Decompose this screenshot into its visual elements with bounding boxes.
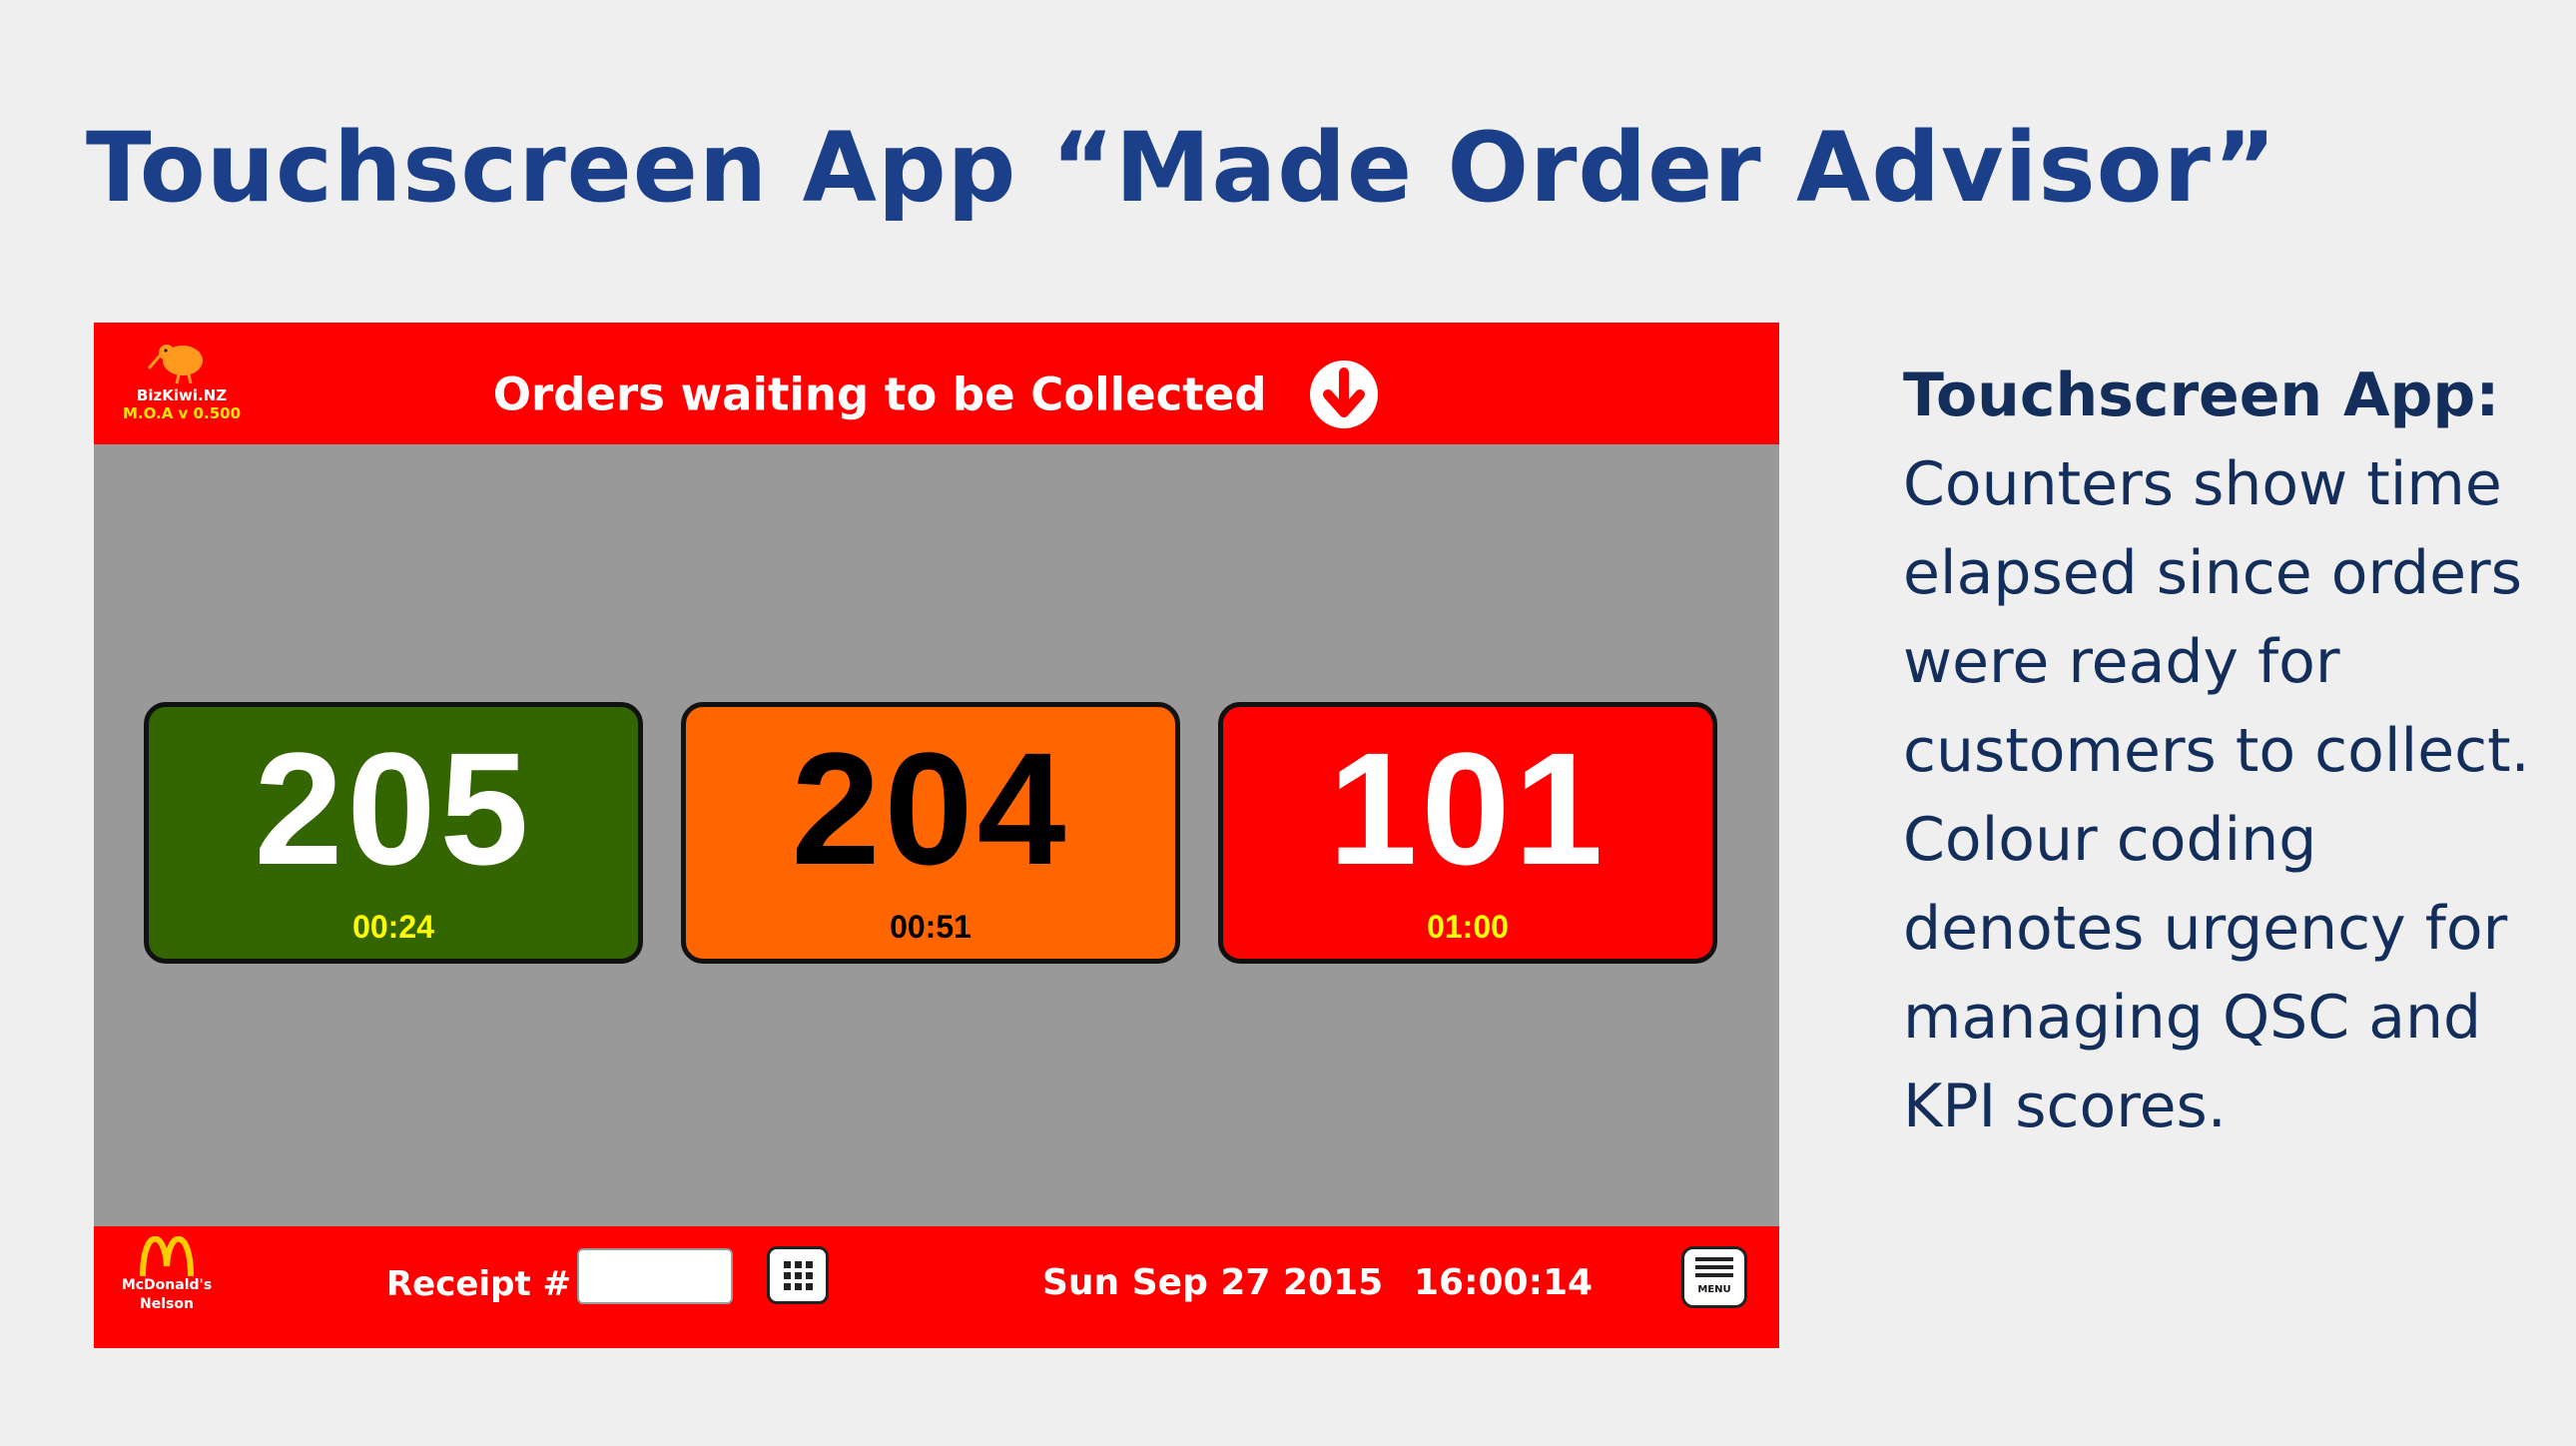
store-name: McDonald's xyxy=(121,1277,213,1293)
order-elapsed-time: 00:24 xyxy=(352,909,434,945)
keypad-icon xyxy=(784,1261,813,1290)
menu-button[interactable]: MENU xyxy=(1681,1246,1747,1308)
keypad-button[interactable] xyxy=(767,1246,829,1304)
header-title-text: Orders waiting to be Collected xyxy=(492,367,1267,421)
header-title: Orders waiting to be Collected xyxy=(94,359,1779,430)
store-city: Nelson xyxy=(140,1296,194,1312)
app-footer-bar: McDonald's Nelson Receipt # Sun Sep 27 2… xyxy=(94,1226,1779,1348)
order-number: 101 xyxy=(1328,719,1608,898)
description-heading: Touchscreen App: xyxy=(1903,361,2500,430)
store-logo: McDonald's Nelson xyxy=(112,1236,222,1314)
order-elapsed-time: 01:00 xyxy=(1427,909,1509,945)
current-date: Sun Sep 27 2015 xyxy=(1042,1262,1384,1303)
current-time: 16:00:14 xyxy=(1414,1262,1594,1303)
receipt-number-input[interactable] xyxy=(577,1248,733,1304)
moa-app-screen: BizKiwi.NZ M.O.A v 0.500 Orders waiting … xyxy=(94,323,1779,1348)
slide-description: Touchscreen App: Counters show time elap… xyxy=(1903,352,2542,1151)
order-tiles: 205 00:24 204 00:51 101 01:00 xyxy=(144,702,1729,964)
arrow-down-circle-icon[interactable] xyxy=(1308,359,1380,430)
app-header-bar: BizKiwi.NZ M.O.A v 0.500 Orders waiting … xyxy=(94,323,1779,444)
description-body: Counters show time elapsed since orders … xyxy=(1903,449,2530,1141)
order-number: 205 xyxy=(254,719,533,898)
order-number: 204 xyxy=(791,719,1070,898)
order-elapsed-time: 00:51 xyxy=(890,909,971,945)
order-tile-green[interactable]: 205 00:24 xyxy=(144,702,643,964)
hamburger-menu-icon xyxy=(1695,1257,1733,1277)
slide-title: Touchscreen App “Made Order Advisor” xyxy=(86,112,2277,224)
menu-label: MENU xyxy=(1697,1284,1731,1295)
order-tile-red[interactable]: 101 01:00 xyxy=(1218,702,1717,964)
order-tile-orange[interactable]: 204 00:51 xyxy=(681,702,1180,964)
golden-arches-icon xyxy=(140,1236,194,1276)
receipt-label: Receipt # xyxy=(386,1264,572,1304)
